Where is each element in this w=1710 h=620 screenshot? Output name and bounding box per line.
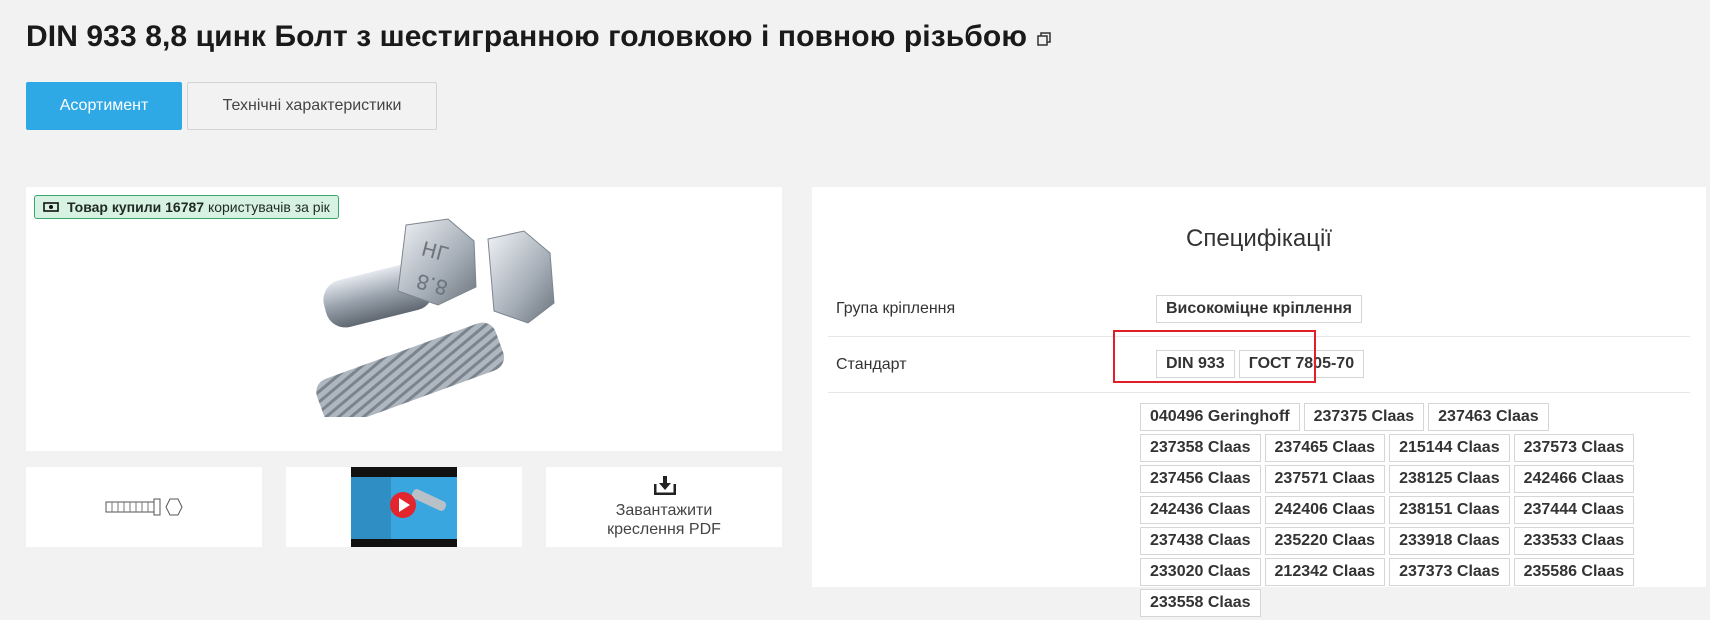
title-row: DIN 933 8,8 цинк Болт з шестигранною гол… [26,20,1051,54]
copy-icon[interactable] [1037,32,1051,46]
spec-label-group: Група кріплення [836,300,956,317]
pdf-label: Завантажити креслення PDF [546,501,782,539]
analog-tag[interactable]: 233558 Claas [1140,589,1261,617]
buyers-count: 16787 [165,199,205,215]
product-image-panel[interactable]: Товар купили 16787 користувачів за рік Н… [26,187,782,451]
analog-tag[interactable]: 242436 Claas [1140,496,1261,524]
page-title: DIN 933 8,8 цинк Болт з шестигранною гол… [26,20,1028,53]
analog-tag[interactable]: 237465 Claas [1264,434,1386,462]
analog-tag[interactable]: 215144 Claas [1389,434,1510,462]
analog-tag[interactable]: 237573 Claas [1513,434,1635,462]
spec-row-group: Група кріплення Високоміцне кріплення [828,283,1690,337]
spec-title: Специфікації [1185,225,1333,252]
analog-tag[interactable]: 237358 Claas [1140,434,1261,462]
analog-tag[interactable]: 235220 Claas [1264,527,1386,555]
tag-standard-gost[interactable]: ГОСТ 7805-70 [1238,350,1365,378]
tag-fastener-group[interactable]: Високоміцне кріплення [1156,295,1362,323]
spec-row-standard: Стандарт DIN 933 ГОСТ 7805-70 [828,337,1690,393]
analog-tag[interactable]: 237373 Claas [1389,558,1510,586]
analog-tag[interactable]: 242406 Claas [1264,496,1386,524]
analog-tag[interactable]: 238151 Claas [1389,496,1510,524]
tab-specifications[interactable]: Технічні характеристики [187,82,437,130]
spec-label-standard: Стандарт [836,356,907,373]
buyers-prefix: Товар купили [67,199,162,215]
analog-tag[interactable]: 233533 Claas [1513,527,1635,555]
tabs: Асортимент Технічні характеристики [26,82,437,130]
specifications-panel: Специфікації Група кріплення Високоміцне… [812,187,1706,617]
analog-tag[interactable]: 237438 Claas [1140,527,1261,555]
analog-tag[interactable]: 242466 Claas [1513,465,1635,493]
download-icon [654,476,676,495]
thumbnail-drawing[interactable] [26,467,262,547]
analog-tag[interactable]: 237444 Claas [1513,496,1635,524]
analog-tag[interactable]: 237456 Claas [1140,465,1261,493]
analog-tag[interactable]: 237463 Claas [1428,403,1549,431]
pdf-label-line2: креслення PDF [607,521,721,538]
video-preview[interactable] [351,467,457,547]
analog-tag[interactable]: 040496 Geringhoff [1140,403,1300,431]
analog-tag[interactable]: 237375 Claas [1303,403,1425,431]
analog-tag[interactable]: 235586 Claas [1513,558,1635,586]
tab-assortment[interactable]: Асортимент [26,82,182,130]
analog-tags: 040496 Geringhoff 237375 Claas 237463 Claa… [1140,403,1670,620]
tag-standard-din[interactable]: DIN 933 [1156,350,1235,378]
analog-tag[interactable]: 233918 Claas [1389,527,1510,555]
bolt-product-image: НГ 8.8 [316,218,555,417]
analog-tag[interactable]: 233020 Claas [1140,558,1261,586]
analog-tag[interactable]: 212342 Claas [1264,558,1386,586]
cash-icon [43,202,59,212]
bolt-drawing-icon [105,498,183,516]
analog-tag[interactable]: 238125 Claas [1389,465,1510,493]
pdf-label-line1: Завантажити [615,502,713,519]
analog-tag[interactable]: 237571 Claas [1264,465,1386,493]
download-pdf-button[interactable]: Завантажити креслення PDF [546,467,782,547]
thumbnail-video[interactable] [286,467,522,547]
